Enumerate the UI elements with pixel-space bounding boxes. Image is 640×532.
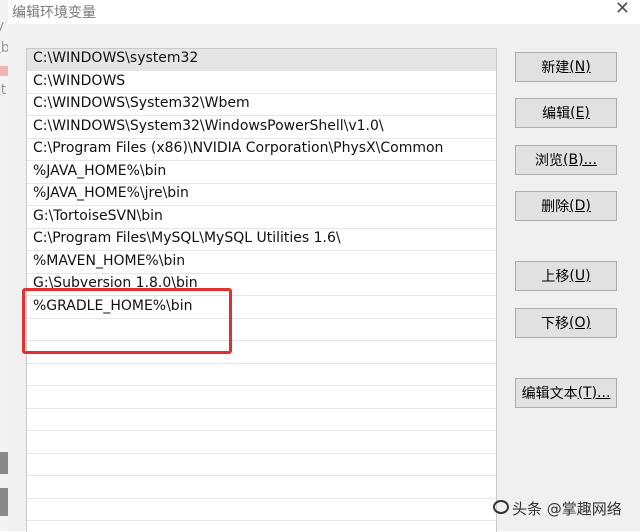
list-item[interactable]: C:\WINDOWS (27, 72, 496, 94)
move-up-button[interactable]: 上移 (U) (515, 261, 617, 291)
edit-environment-variable-dialog: 编辑环境变量 ✕ C:\WINDOWS\system32 C:\WINDOWS C:… (8, 0, 640, 532)
list-item[interactable]: C:\WINDOWS\System32\WindowsPowerShell\v1… (27, 117, 496, 139)
list-item-text: C:\WINDOWS\system32 (33, 50, 199, 66)
empty-list-row[interactable] (27, 387, 496, 409)
move-down-button[interactable]: 下移 (O) (515, 308, 617, 338)
list-item[interactable]: %JAVA_HOME%\jre\bin (27, 184, 496, 206)
empty-list-row[interactable] (27, 432, 496, 454)
list-item-text: C:\WINDOWS\System32\WindowsPowerShell\v1… (33, 117, 384, 134)
list-item-text: G:\Subversion 1.8.0\bin (33, 275, 198, 291)
delete-button[interactable]: 删除 (D) (515, 191, 617, 221)
path-list[interactable]: C:\WINDOWS\system32 C:\WINDOWS C:\WINDOWS\… (26, 48, 497, 532)
list-item[interactable]: C:\Program Files\MySQL\MySQL Utilities 1… (27, 229, 496, 251)
list-item[interactable]: C:\WINDOWS\System32\Wbem (27, 94, 496, 116)
list-item[interactable]: G:\Subversion 1.8.0\bin (27, 274, 496, 296)
empty-list-row[interactable] (27, 364, 496, 386)
list-item[interactable]: %MAVEN_HOME%\bin (27, 252, 496, 274)
browse-button[interactable]: 浏览 (B)... (515, 145, 617, 175)
background-text: \t (0, 82, 7, 98)
list-item-text: C:\WINDOWS\System32\Wbem (33, 95, 250, 111)
close-icon[interactable]: ✕ (615, 0, 630, 19)
list-item[interactable]: %JAVA_HOME%\bin (27, 162, 496, 184)
empty-list-row[interactable] (27, 319, 496, 341)
title-bar: 编辑环境变量 ✕ (8, 0, 640, 24)
list-item-text: C:\WINDOWS (33, 72, 126, 89)
empty-list-row[interactable] (27, 477, 496, 499)
empty-list-row[interactable] (27, 409, 496, 431)
list-item-text: G:\TortoiseSVN\bin (33, 207, 163, 224)
watermark-text: 头条 @掌趣网络 (512, 500, 622, 518)
empty-list-row[interactable] (27, 499, 496, 521)
dialog-body: C:\WINDOWS\system32 C:\WINDOWS C:\WINDOWS\… (8, 24, 640, 532)
list-item[interactable]: G:\TortoiseSVN\bin (27, 207, 496, 229)
empty-list-row[interactable] (27, 342, 496, 364)
list-item-text: %GRADLE_HOME%\bin (33, 297, 193, 314)
dialog-title: 编辑环境变量 (12, 5, 96, 21)
empty-list-row[interactable] (27, 454, 496, 476)
list-item-text: C:\Program Files (x86)\NVIDIA Corporatio… (33, 140, 444, 156)
watermark-logo-icon (493, 500, 509, 514)
background-mark (0, 66, 8, 76)
new-button[interactable]: 新建 (N) (515, 52, 617, 82)
list-item-text: %JAVA_HOME%\bin (33, 162, 167, 179)
list-item[interactable]: %GRADLE_HOME%\bin (27, 297, 496, 319)
list-item[interactable]: C:\Program Files (x86)\NVIDIA Corporatio… (27, 139, 496, 161)
background-text: y (0, 18, 5, 34)
list-item-text: %JAVA_HOME%\jre\bin (33, 185, 189, 201)
list-item-text: C:\Program Files\MySQL\MySQL Utilities 1… (33, 230, 341, 246)
list-item-text: %MAVEN_HOME%\bin (33, 252, 186, 269)
list-item[interactable]: C:\WINDOWS\system32 (27, 49, 496, 71)
edit-text-button[interactable]: 编辑文本 (T)... (515, 378, 617, 408)
edit-button[interactable]: 编辑 (E) (515, 98, 617, 128)
